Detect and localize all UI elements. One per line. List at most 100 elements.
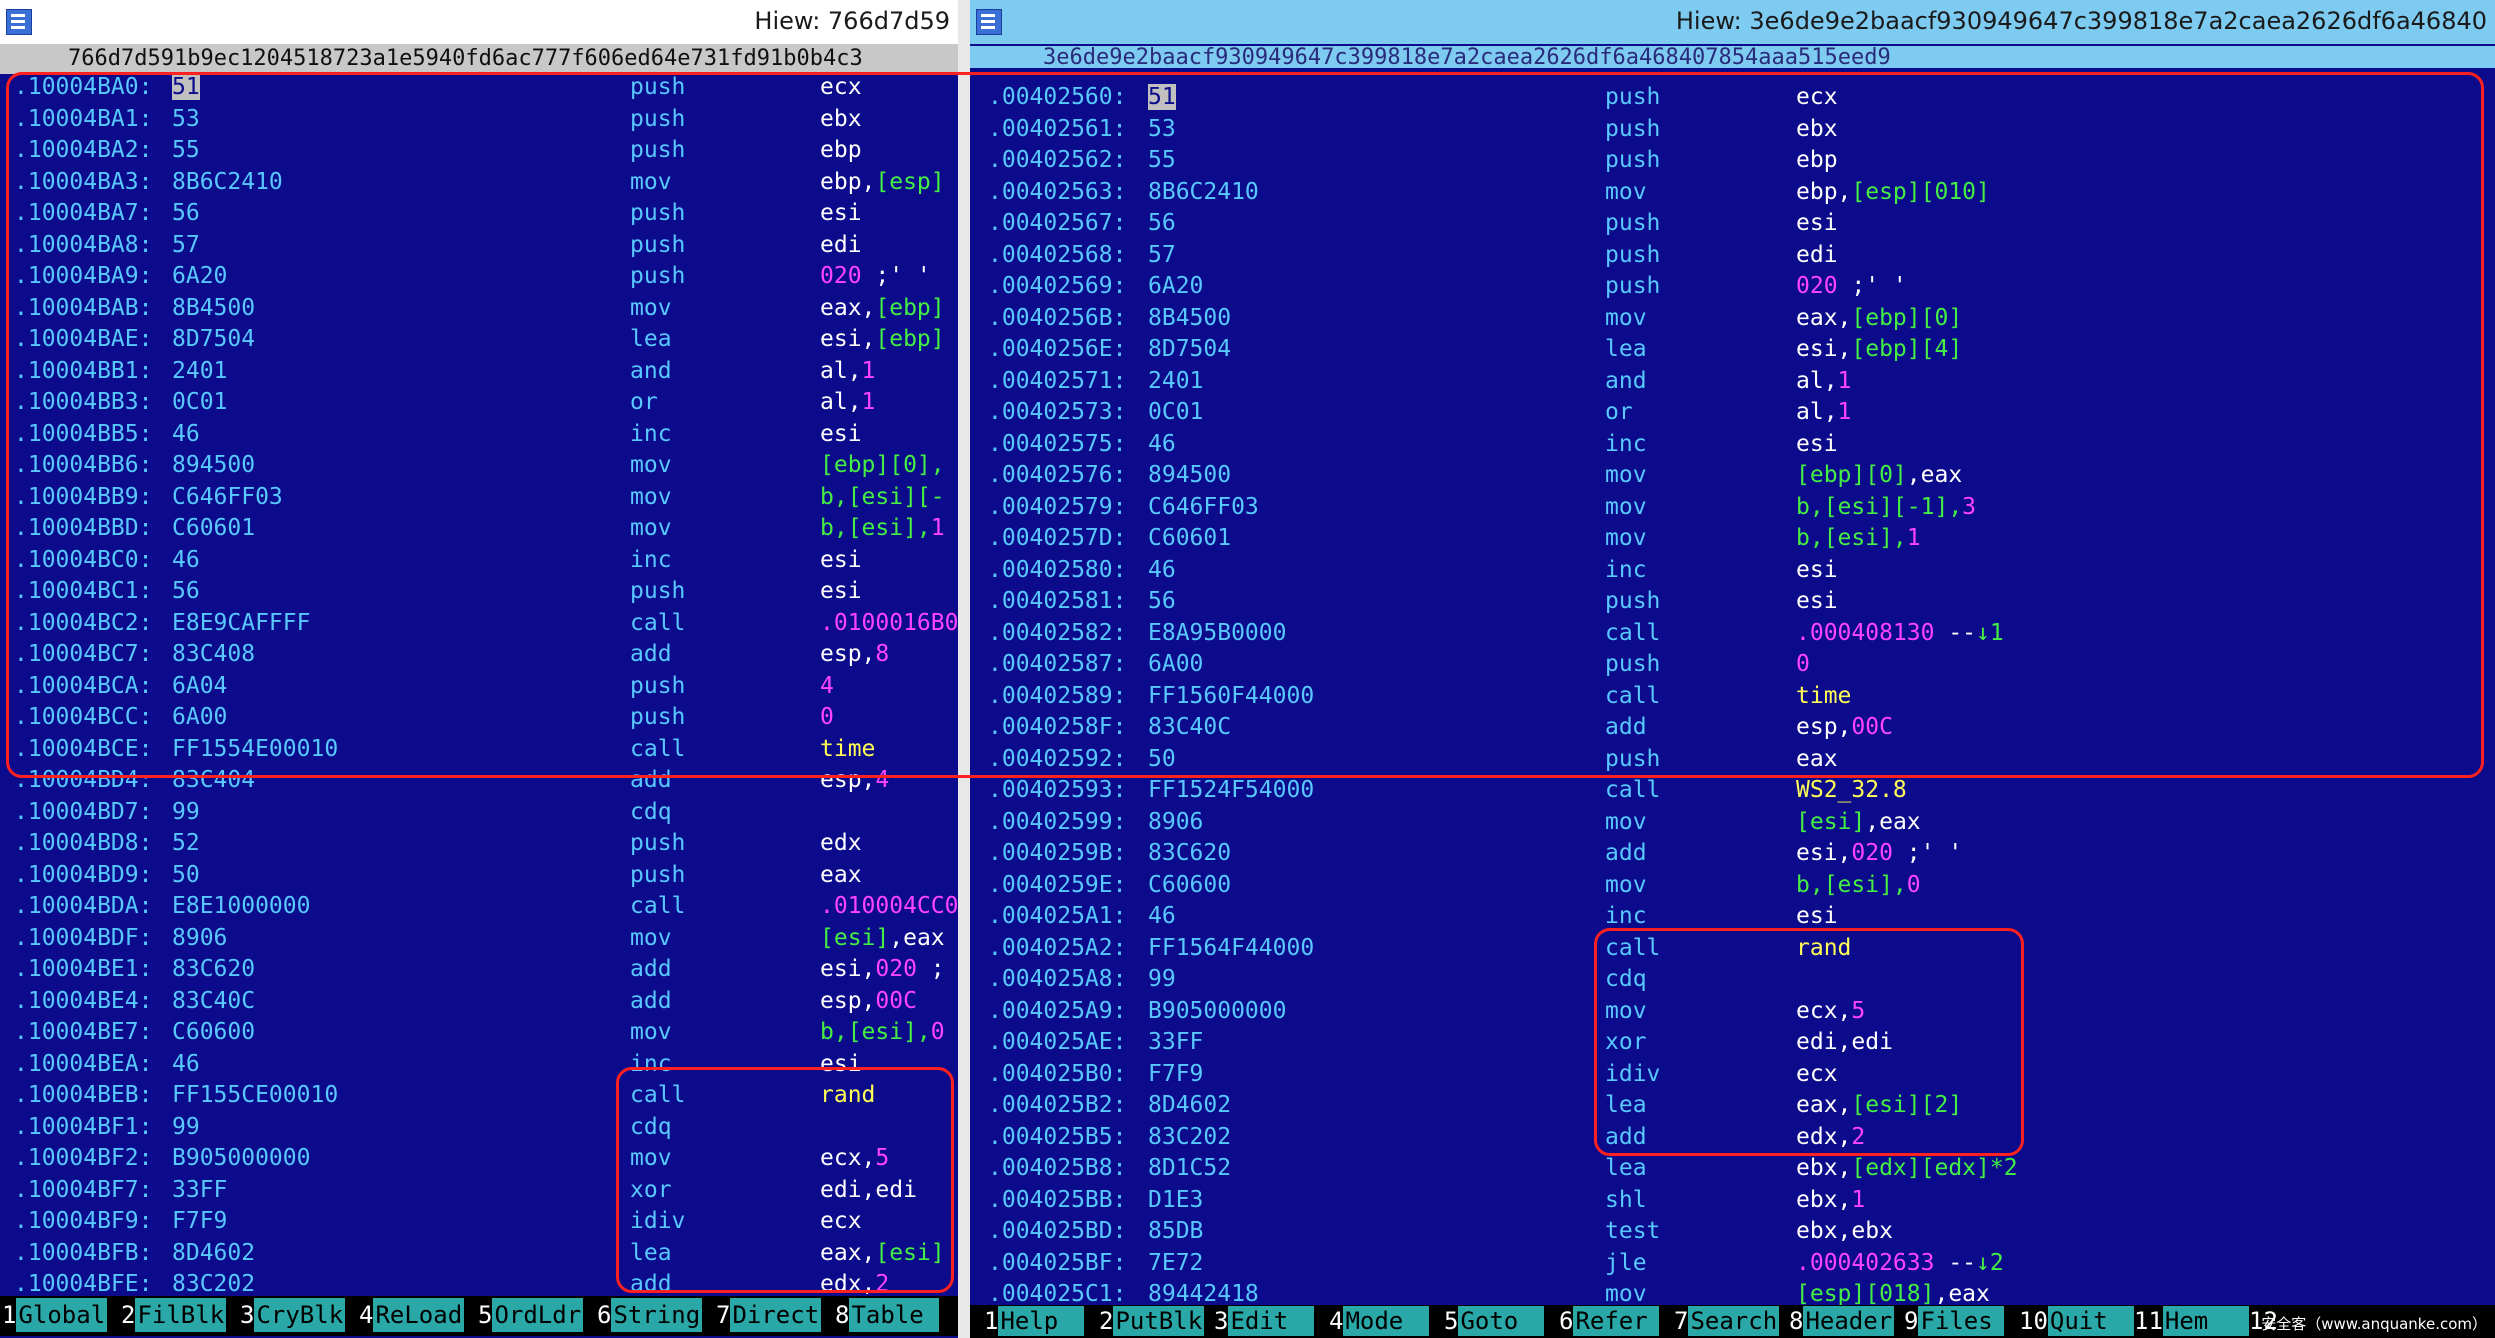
disasm-row[interactable]: .10004BF7: 33FF xor edi,edi: [0, 1175, 958, 1207]
fkey-1[interactable]: 1Global: [2, 1298, 108, 1332]
disasm-row[interactable]: .004025BD: 85DB test ebx,ebx: [970, 1216, 2495, 1248]
disasm-row[interactable]: .00402561: 53 push ebx: [970, 114, 2495, 146]
fkey-8[interactable]: 8Table: [835, 1298, 940, 1332]
disasm-row[interactable]: .004025A1: 46 inc esi: [970, 901, 2495, 933]
fkey-3[interactable]: 3CryBlk: [240, 1298, 346, 1332]
disasm-row[interactable]: .00402560: 51 push ecx: [970, 82, 2495, 114]
disasm-row[interactable]: .00402589: FF1560F44000 call time: [970, 681, 2495, 713]
disasm-row[interactable]: .10004BC1: 56 push esi: [0, 576, 958, 608]
disasm-row[interactable]: .10004BBD: C60601 mov b,[esi],1: [0, 513, 958, 545]
disasm-row[interactable]: .004025AE: 33FF xor edi,edi: [970, 1027, 2495, 1059]
disasm-row[interactable]: .00402576: 894500 mov [ebp][0],eax: [970, 460, 2495, 492]
disasm-row[interactable]: .10004BDF: 8906 mov [esi],eax: [0, 923, 958, 955]
disasm-row[interactable]: .10004BA1: 53 push ebx: [0, 104, 958, 136]
cursor-byte[interactable]: 51: [1148, 84, 1176, 110]
disasm-row[interactable]: .10004BA3: 8B6C2410 mov ebp,[esp]: [0, 167, 958, 199]
left-disassembly[interactable]: .10004BA0: 51 push ecx .10004BA1: 53 push ebx .1…: [0, 72, 958, 1301]
disasm-row[interactable]: .10004BE4: 83C40C add esp,00C: [0, 986, 958, 1018]
fkey-9[interactable]: 9Files: [1904, 1306, 2005, 1336]
disasm-row[interactable]: .10004BF1: 99 cdq: [0, 1112, 958, 1144]
disasm-row[interactable]: .004025A9: B905000000 mov ecx,5: [970, 996, 2495, 1028]
disasm-row[interactable]: .004025BB: D1E3 shl ebx,1: [970, 1185, 2495, 1217]
disasm-row[interactable]: .10004BD4: 83C404 add esp,4: [0, 765, 958, 797]
disasm-row[interactable]: .0040258F: 83C40C add esp,00C: [970, 712, 2495, 744]
disasm-row[interactable]: .10004BA0: 51 push ecx: [0, 72, 958, 104]
disasm-row[interactable]: .10004BB3: 0C01 or al,1: [0, 387, 958, 419]
disasm-row[interactable]: .10004BD9: 50 push eax: [0, 860, 958, 892]
disasm-row[interactable]: .10004BA7: 56 push esi: [0, 198, 958, 230]
disasm-row[interactable]: .10004BA9: 6A20 push 020 ;' ': [0, 261, 958, 293]
disasm-row[interactable]: .10004BCE: FF1554E00010 call time: [0, 734, 958, 766]
disasm-row[interactable]: .10004BD7: 99 cdq: [0, 797, 958, 829]
disasm-row[interactable]: .00402567: 56 push esi: [970, 208, 2495, 240]
disasm-row[interactable]: .00402593: FF1524F54000 call WS2_32.8: [970, 775, 2495, 807]
disasm-row[interactable]: .10004BF9: F7F9 idiv ecx: [0, 1206, 958, 1238]
disasm-row[interactable]: .10004BC2: E8E9CAFFFF call .0100016B0: [0, 608, 958, 640]
disasm-row[interactable]: .00402582: E8A95B0000 call .000408130 --↓1: [970, 618, 2495, 650]
disasm-row[interactable]: .004025B2: 8D4602 lea eax,[esi][2]: [970, 1090, 2495, 1122]
disasm-row[interactable]: .00402599: 8906 mov [esi],eax: [970, 807, 2495, 839]
fkey-3[interactable]: 3Edit: [1214, 1306, 1315, 1336]
disasm-row[interactable]: .004025B0: F7F9 idiv ecx: [970, 1059, 2495, 1091]
fkey-2[interactable]: 2FilBlk: [121, 1298, 227, 1332]
disasm-row[interactable]: .10004BCA: 6A04 push 4: [0, 671, 958, 703]
disasm-row[interactable]: .004025BF: 7E72 jle .000402633 --↓2: [970, 1248, 2495, 1280]
disasm-row[interactable]: .00402571: 2401 and al,1: [970, 366, 2495, 398]
disasm-row[interactable]: .0040257D: C60601 mov b,[esi],1: [970, 523, 2495, 555]
disasm-row[interactable]: .10004BB6: 894500 mov [ebp][0],: [0, 450, 958, 482]
disasm-row[interactable]: .10004BEB: FF155CE00010 call rand: [0, 1080, 958, 1112]
fkey-4[interactable]: 4Mode: [1329, 1306, 1430, 1336]
fkey-6[interactable]: 6Refer: [1559, 1306, 1660, 1336]
disasm-row[interactable]: .10004BFB: 8D4602 lea eax,[esi]: [0, 1238, 958, 1270]
fkey-10[interactable]: 10Quit: [2019, 1306, 2134, 1336]
disasm-row[interactable]: .10004BA2: 55 push ebp: [0, 135, 958, 167]
disasm-row[interactable]: .004025A8: 99 cdq: [970, 964, 2495, 996]
disasm-row[interactable]: .004025A2: FF1564F44000 call rand: [970, 933, 2495, 965]
fkey-12[interactable]: 12: [2249, 1306, 2364, 1336]
fkey-8[interactable]: 8Header: [1789, 1306, 1895, 1336]
fkey-2[interactable]: 2PutBlk: [1099, 1306, 1205, 1336]
disasm-row[interactable]: .00402581: 56 push esi: [970, 586, 2495, 618]
fkey-7[interactable]: 7Search: [1674, 1306, 1780, 1336]
disasm-row[interactable]: .00402587: 6A00 push 0: [970, 649, 2495, 681]
disasm-row[interactable]: .10004BC7: 83C408 add esp,8: [0, 639, 958, 671]
disasm-row[interactable]: .0040256B: 8B4500 mov eax,[ebp][0]: [970, 303, 2495, 335]
disasm-row[interactable]: .10004BEA: 46 inc esi: [0, 1049, 958, 1081]
disasm-row[interactable]: .10004BE7: C60600 mov b,[esi],0: [0, 1017, 958, 1049]
disasm-row[interactable]: .00402580: 46 inc esi: [970, 555, 2495, 587]
disasm-row[interactable]: .004025B5: 83C202 add edx,2: [970, 1122, 2495, 1154]
disasm-row[interactable]: .10004BF2: B905000000 mov ecx,5: [0, 1143, 958, 1175]
disasm-row[interactable]: .00402562: 55 push ebp: [970, 145, 2495, 177]
fkey-1[interactable]: 1Help: [984, 1306, 1085, 1336]
disasm-row[interactable]: .00402579: C646FF03 mov b,[esi][-1],3: [970, 492, 2495, 524]
disasm-row[interactable]: .10004BAB: 8B4500 mov eax,[ebp]: [0, 293, 958, 325]
cursor-byte[interactable]: 51: [172, 74, 200, 100]
disasm-row[interactable]: .00402563: 8B6C2410 mov ebp,[esp][010]: [970, 177, 2495, 209]
disasm-row[interactable]: .0040259B: 83C620 add esi,020 ;' ': [970, 838, 2495, 870]
disasm-row[interactable]: .00402575: 46 inc esi: [970, 429, 2495, 461]
disasm-row[interactable]: .10004BB1: 2401 and al,1: [0, 356, 958, 388]
fkey-11[interactable]: 11Hem: [2134, 1306, 2249, 1336]
disasm-row[interactable]: .10004BAE: 8D7504 lea esi,[ebp]: [0, 324, 958, 356]
disasm-row[interactable]: .10004BC0: 46 inc esi: [0, 545, 958, 577]
fkey-6[interactable]: 6String: [597, 1298, 703, 1332]
fkey-5[interactable]: 5Goto: [1444, 1306, 1545, 1336]
disasm-row[interactable]: .00402573: 0C01 or al,1: [970, 397, 2495, 429]
disasm-row[interactable]: .10004BB5: 46 inc esi: [0, 419, 958, 451]
disasm-row[interactable]: .00402569: 6A20 push 020 ;' ': [970, 271, 2495, 303]
disasm-row[interactable]: .00402592: 50 push eax: [970, 744, 2495, 776]
fkey-5[interactable]: 5OrdLdr: [478, 1298, 584, 1332]
disasm-row[interactable]: .0040259E: C60600 mov b,[esi],0: [970, 870, 2495, 902]
disasm-row[interactable]: .10004BE1: 83C620 add esi,020 ;: [0, 954, 958, 986]
disasm-row[interactable]: .004025B8: 8D1C52 lea ebx,[edx][edx]*2: [970, 1153, 2495, 1185]
disasm-row[interactable]: .0040256E: 8D7504 lea esi,[ebp][4]: [970, 334, 2495, 366]
disasm-row[interactable]: .10004BA8: 57 push edi: [0, 230, 958, 262]
disasm-row[interactable]: .10004BDA: E8E1000000 call .010004CC0: [0, 891, 958, 923]
fkey-4[interactable]: 4ReLoad: [359, 1298, 465, 1332]
disasm-row[interactable]: .10004BD8: 52 push edx: [0, 828, 958, 860]
disasm-row[interactable]: .10004BCC: 6A00 push 0: [0, 702, 958, 734]
fkey-7[interactable]: 7Direct: [716, 1298, 822, 1332]
disasm-row[interactable]: .10004BB9: C646FF03 mov b,[esi][-: [0, 482, 958, 514]
right-disassembly[interactable]: .00402560: 51 push ecx .00402561: 53 push ebx .0…: [970, 82, 2495, 1311]
disasm-row[interactable]: .00402568: 57 push edi: [970, 240, 2495, 272]
